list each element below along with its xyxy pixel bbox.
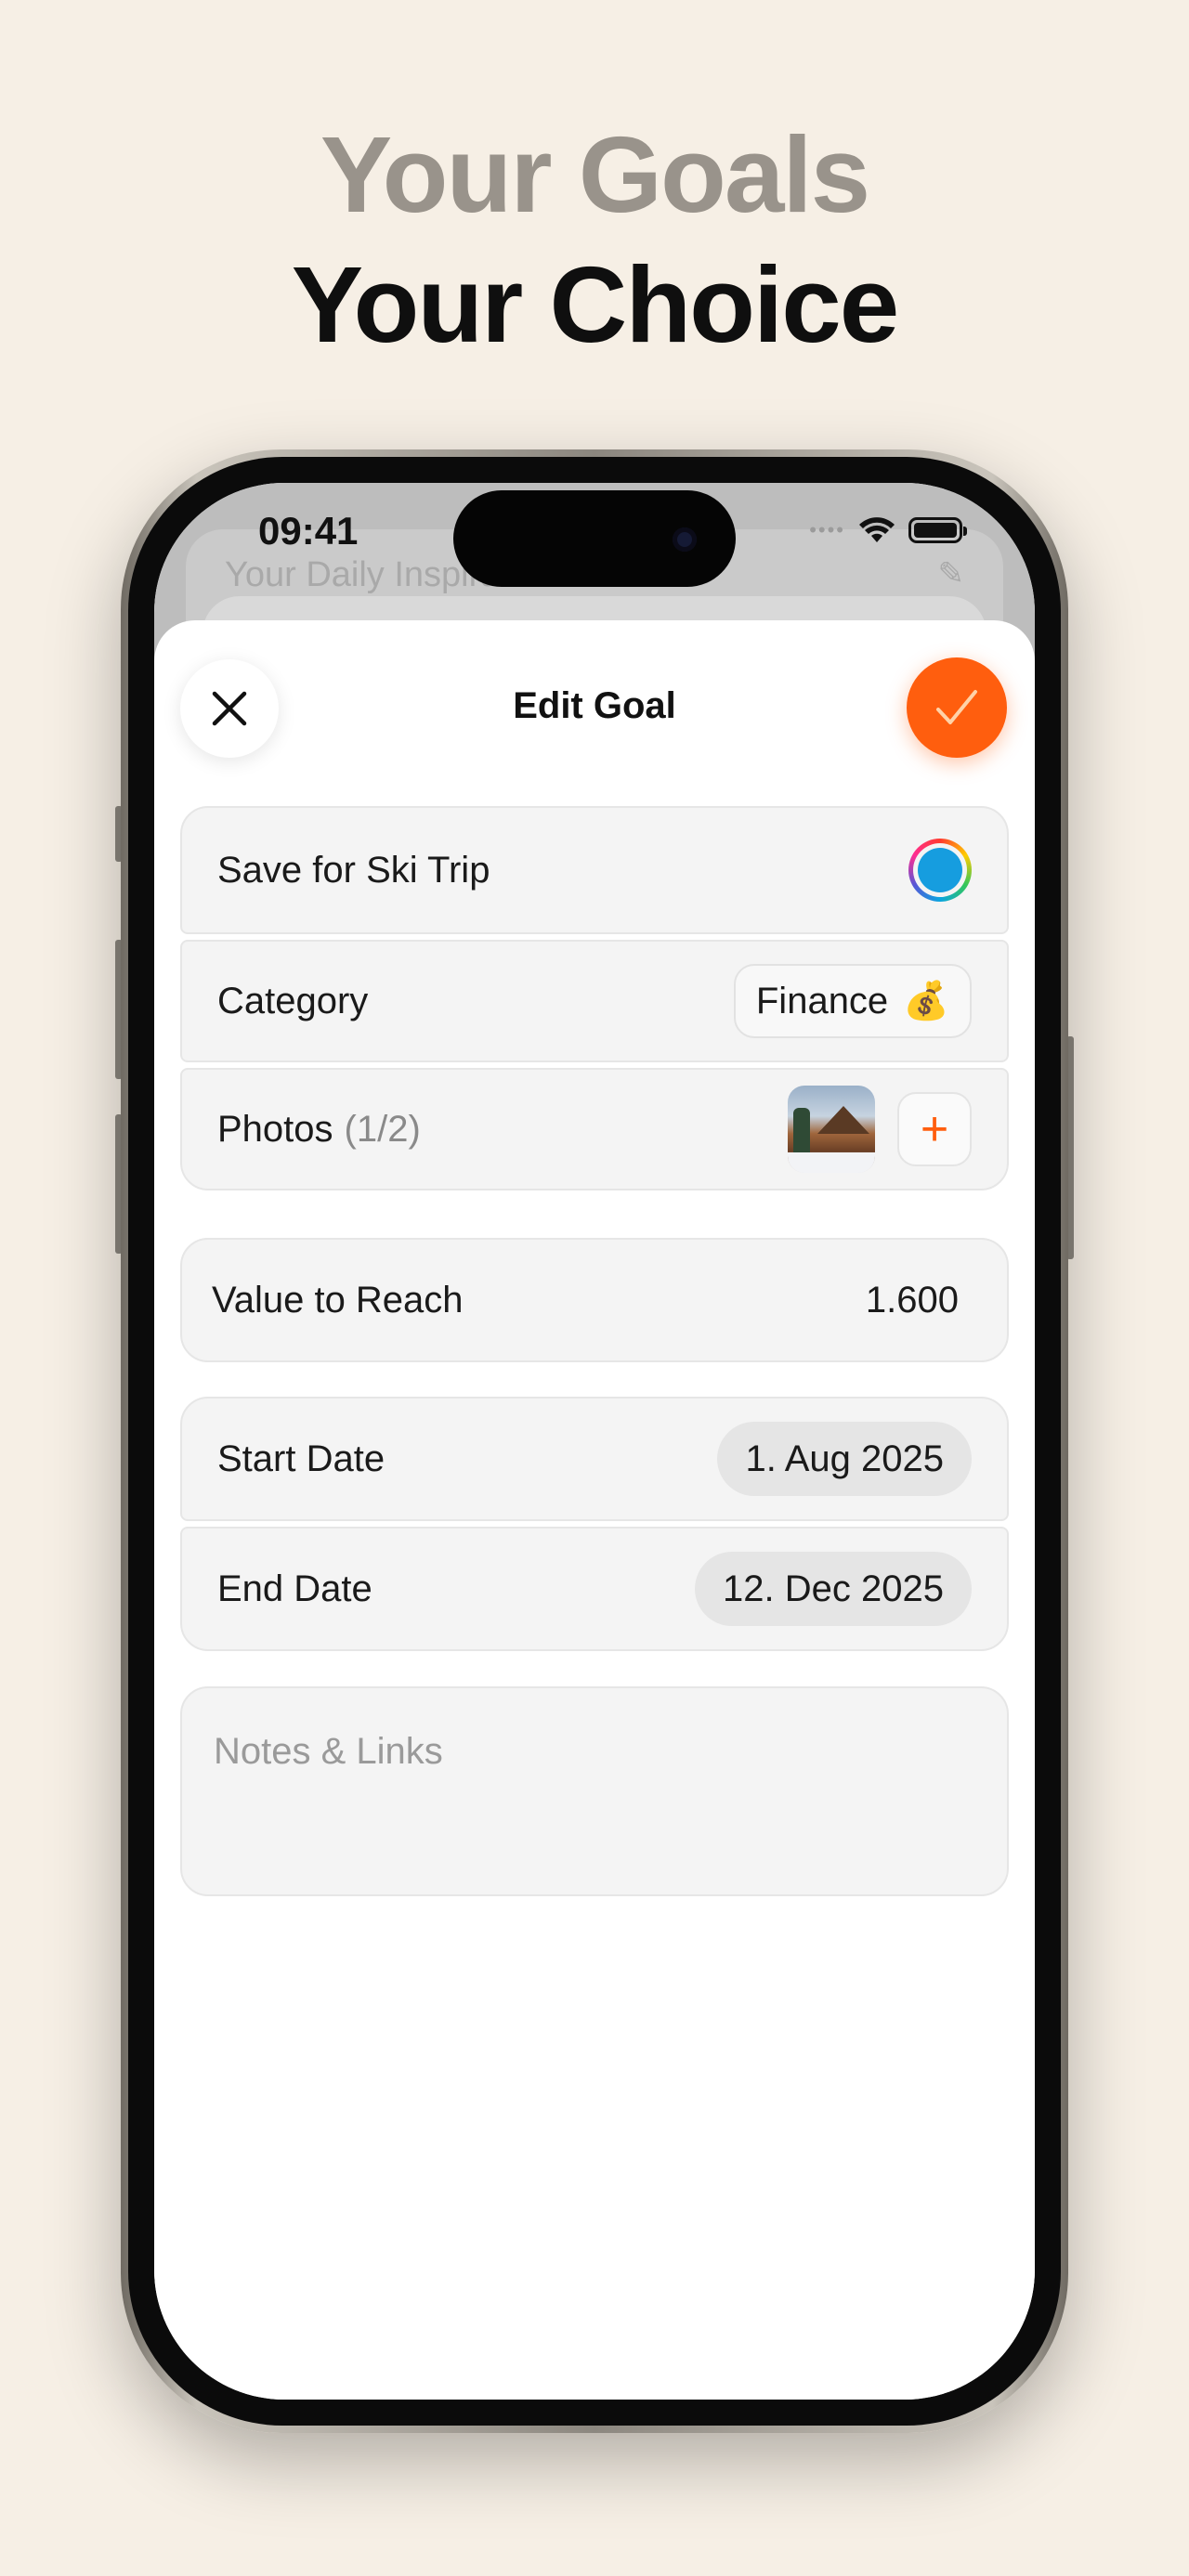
sheet-title: Edit Goal [513, 685, 676, 726]
marketing-headline: Your Goals Your Choice [0, 110, 1189, 370]
headline-line-1: Your Goals [320, 114, 870, 235]
phone-screen: Your Daily Inspiration ✎ 09:41 •••• Edit [154, 483, 1035, 2400]
pencil-icon: ✎ [937, 556, 965, 592]
photo-thumbnail[interactable] [788, 1086, 875, 1173]
color-picker-button[interactable] [908, 839, 972, 902]
edit-goal-sheet: Edit Goal Save for Ski Trip Category Fin… [154, 620, 1035, 2400]
category-value: Finance [755, 980, 889, 1021]
value-to-reach-row[interactable]: Value to Reach 1.600 [180, 1238, 1009, 1362]
money-bag-icon: 💰 [903, 981, 949, 1021]
end-date-label: End Date [217, 1568, 372, 1609]
category-label: Category [217, 980, 369, 1021]
start-date-row: Start Date 1. Aug 2025 [180, 1397, 1009, 1521]
start-date-picker[interactable]: 1. Aug 2025 [717, 1422, 972, 1496]
value-to-reach-field[interactable]: 1.600 [866, 1280, 959, 1321]
start-date-label: Start Date [217, 1438, 385, 1479]
goal-name[interactable]: Save for Ski Trip [217, 850, 490, 891]
checkmark-icon [936, 690, 977, 724]
save-button[interactable] [907, 657, 1007, 758]
category-row[interactable]: Category Finance 💰 [180, 940, 1009, 1062]
battery-icon [908, 517, 967, 543]
headline-line-2: Your Choice [291, 244, 900, 365]
goal-color-dot [918, 848, 962, 892]
dynamic-island [453, 490, 736, 587]
photos-row: Photos (1/2) + [180, 1068, 1009, 1190]
end-date-picker[interactable]: 12. Dec 2025 [695, 1552, 972, 1626]
wifi-icon [859, 517, 895, 542]
add-photo-button[interactable]: + [897, 1092, 972, 1166]
cellular-signal-icon: •••• [809, 518, 845, 541]
end-date-row: End Date 12. Dec 2025 [180, 1527, 1009, 1651]
goal-details-group: Save for Ski Trip Category Finance 💰 Pho… [180, 806, 1009, 1190]
app-store-screenshot: Your Goals Your Choice Your Daily Inspir… [0, 0, 1189, 2576]
status-time: 09:41 [258, 509, 359, 553]
notes-field[interactable]: Notes & Links [180, 1686, 1009, 1896]
status-indicators: •••• [809, 516, 967, 544]
category-picker[interactable]: Finance 💰 [733, 964, 972, 1038]
target-group: Value to Reach 1.600 [180, 1238, 1009, 1362]
camera-icon [673, 527, 697, 552]
photos-count: (1/2) [344, 1108, 421, 1150]
photos-area: + [788, 1086, 972, 1173]
goal-name-row[interactable]: Save for Ski Trip [180, 806, 1009, 934]
value-to-reach-label: Value to Reach [212, 1279, 464, 1321]
dates-group: Start Date 1. Aug 2025 End Date 12. Dec … [180, 1397, 1009, 1651]
photos-label: Photos (1/2) [217, 1108, 421, 1150]
